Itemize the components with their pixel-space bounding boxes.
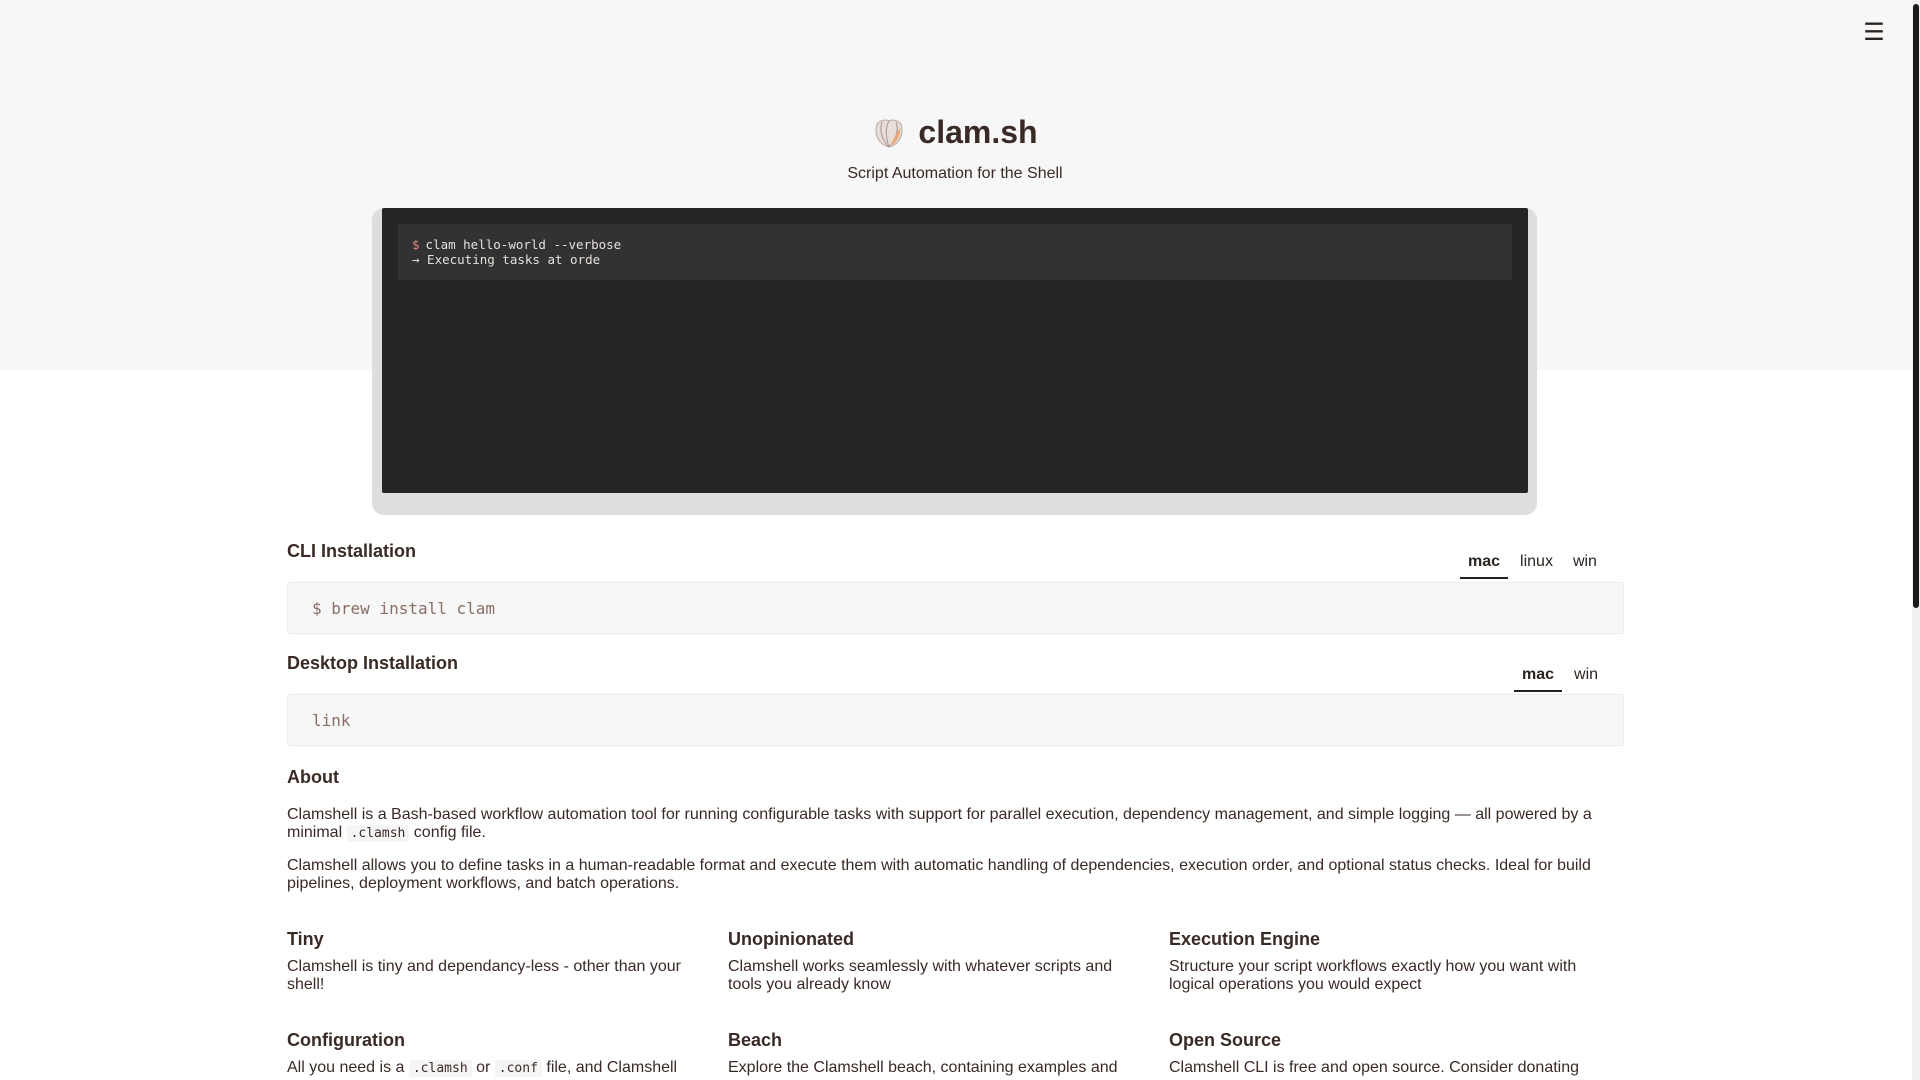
conf-code: .conf xyxy=(494,1060,542,1077)
feature-text: All you need is a .clamsh or .conf file,… xyxy=(287,1059,678,1077)
desktop-installation-title: Desktop Installation xyxy=(287,653,459,673)
feature-title: Configuration xyxy=(287,1030,405,1050)
terminal-output: $ clam hello-world --verbose → Executing … xyxy=(398,224,1512,280)
clamsh-code: .clamsh xyxy=(346,825,410,842)
cli-installation-title: CLI Installation xyxy=(287,541,417,561)
terminal-command: clam hello-world --verbose xyxy=(425,237,622,252)
feature-title: Execution Engine xyxy=(1169,929,1321,949)
feature-title: Open Source xyxy=(1169,1030,1282,1050)
tab-desktop-win[interactable]: win xyxy=(1566,666,1606,692)
cli-os-tabs: mac linux win xyxy=(1456,553,1605,579)
feature-title: Unopinionated xyxy=(728,929,854,949)
clamsh-code: .clamsh xyxy=(408,1060,472,1077)
feature-text: Clamshell is tiny and dependancy-less - … xyxy=(287,958,681,993)
tab-cli-win[interactable]: win xyxy=(1565,553,1605,579)
feature-beach: Beach Explore the Clamshell beach, conta… xyxy=(728,1030,1148,1077)
tab-cli-linux[interactable]: linux xyxy=(1512,553,1561,579)
feature-text: Clamshell works seamlessly with whatever… xyxy=(728,958,1113,993)
feature-unopinionated: Unopinionated Clamshell works seamlessly… xyxy=(728,929,1148,994)
feature-execution-engine: Execution Engine Structure your script w… xyxy=(1169,929,1589,994)
feature-text: Structure your script workflows exactly … xyxy=(1169,958,1577,993)
feature-open-source: Open Source Clamshell CLI is free and op… xyxy=(1169,1030,1589,1077)
desktop-os-tabs: mac win xyxy=(1510,666,1606,692)
feature-configuration: Configuration All you need is a .clamsh … xyxy=(287,1030,707,1078)
tab-cli-mac[interactable]: mac xyxy=(1460,553,1509,579)
terminal-prompt: $ xyxy=(412,237,420,252)
feature-text: Explore the Clamshell beach, containing … xyxy=(728,1059,1118,1076)
about-paragraph-2: Clamshell allows you to define tasks in … xyxy=(287,857,1591,892)
feature-tiny: Tiny Clamshell is tiny and dependancy-le… xyxy=(287,929,707,994)
scrollbar[interactable] xyxy=(1912,0,1920,1080)
brand-header: clam.sh Script Automation for the Shell xyxy=(0,114,1910,183)
terminal-command-line: $ clam hello-world --verbose xyxy=(412,237,1498,252)
site-tagline: Script Automation for the Shell xyxy=(847,164,1063,182)
cli-install-command[interactable]: $ brew install clam xyxy=(287,582,1624,634)
scrollbar-thumb[interactable] xyxy=(1913,4,1919,608)
desktop-install-link[interactable]: link xyxy=(287,694,1624,746)
feature-title: Beach xyxy=(728,1030,783,1050)
clam-shell-icon xyxy=(875,119,903,148)
about-title: About xyxy=(287,767,339,787)
tab-desktop-mac[interactable]: mac xyxy=(1514,666,1563,692)
feature-text: Clamshell CLI is free and open source. C… xyxy=(1169,1059,1580,1076)
terminal-output-line: → Executing tasks at orde xyxy=(412,252,601,267)
about-paragraph-1: Clamshell is a Bash-based workflow autom… xyxy=(287,806,1592,842)
terminal-window: $ clam hello-world --verbose → Executing … xyxy=(382,208,1528,493)
site-title: clam.sh xyxy=(918,114,1038,150)
hamburger-menu-icon[interactable]: ☰ xyxy=(1862,18,1886,46)
feature-title: Tiny xyxy=(287,929,324,949)
